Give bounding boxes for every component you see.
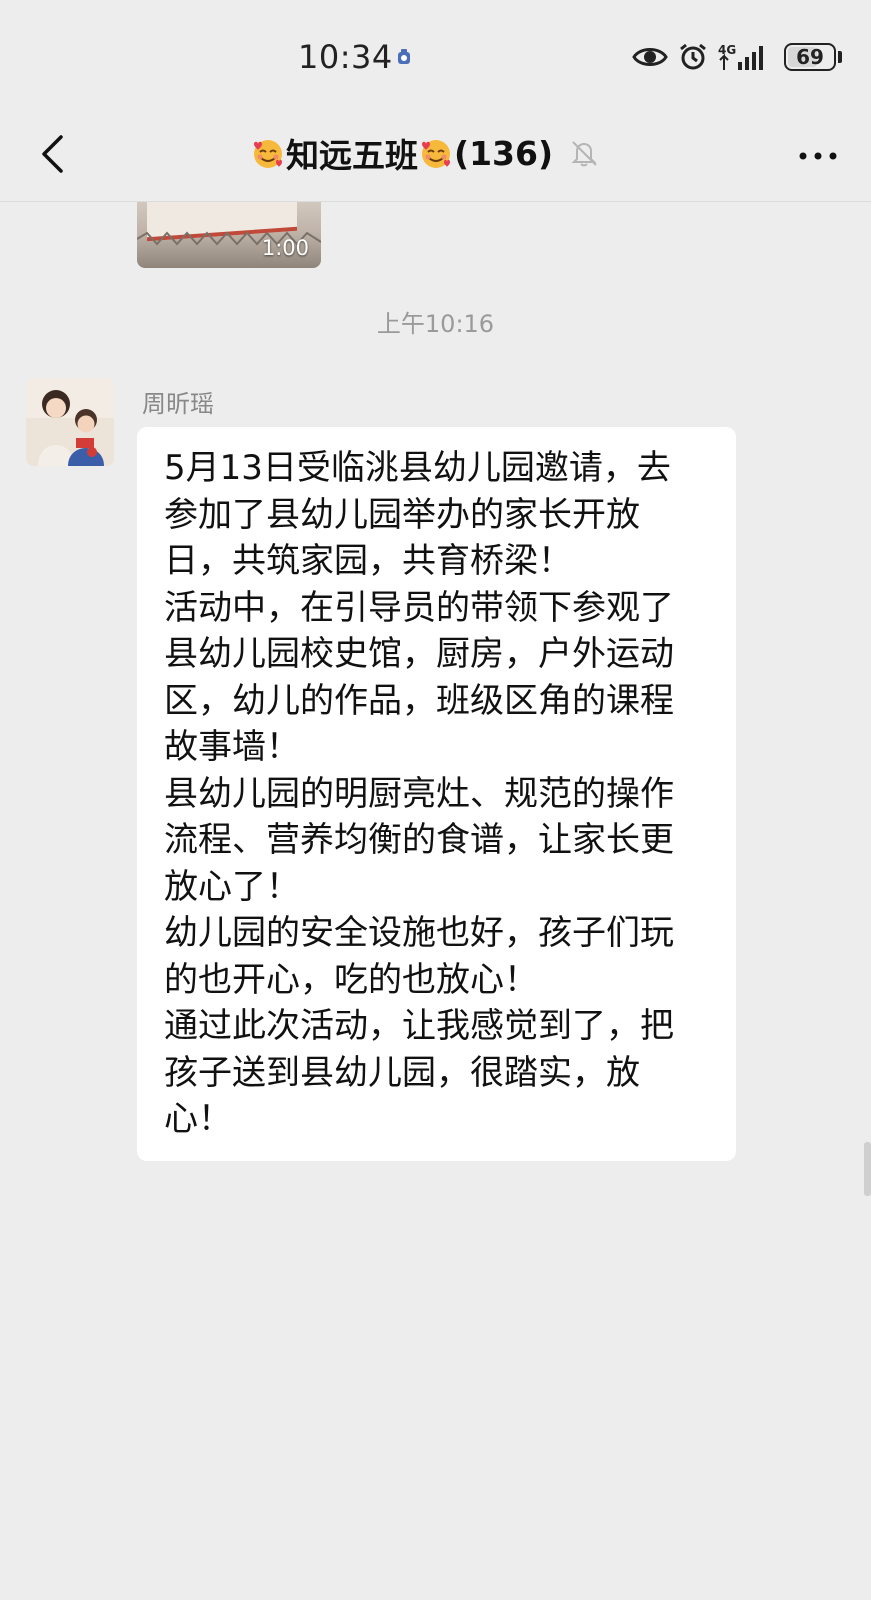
- video-duration: 1:00: [261, 236, 309, 260]
- message-line: 流程、营养均衡的食谱，让家长更: [164, 820, 674, 860]
- battery-level: 69: [796, 45, 824, 69]
- smiling-face-with-hearts-icon: [254, 140, 282, 168]
- chat-header: 知远五班 (136): [0, 112, 871, 202]
- message-line: 心！: [164, 1099, 232, 1139]
- video-message[interactable]: 1:00: [137, 202, 321, 268]
- sender-name: 周昕瑶: [142, 390, 214, 418]
- message-line: 故事墙！: [164, 727, 300, 767]
- battery-tip: [838, 51, 842, 63]
- battery-icon: 69: [784, 43, 836, 71]
- message-line: 放心了！: [164, 866, 300, 907]
- smiling-face-with-hearts-icon: [422, 140, 450, 168]
- message-timestamp: 上午10:16: [376, 310, 495, 338]
- eye-icon: [632, 48, 668, 66]
- avatar[interactable]: [26, 378, 114, 466]
- chat-screen: 10:34 4G 69 知远五班 (136) 1:00 上午10:16 周昕瑶 …: [0, 0, 871, 1600]
- message-line: 幼儿园的安全设施也好，孩子们玩: [164, 913, 674, 953]
- member-count: (136): [454, 133, 554, 173]
- message-line: 活动中，在引导员的带领下参观了: [164, 587, 674, 628]
- chat-title[interactable]: 知远五班 (136): [250, 127, 599, 179]
- message-line: 日，共筑家园，共育桥梁！: [164, 541, 572, 581]
- status-icons: 4G 69: [632, 40, 842, 74]
- message-line: 县幼儿园的明厨亮灶、规范的操作: [164, 773, 674, 814]
- network-label: 4G: [718, 43, 736, 57]
- alarm-dot-icon: [398, 49, 410, 64]
- chevron-left-icon: [42, 135, 63, 173]
- group-name: 知远五班: [286, 136, 418, 175]
- status-time: 10:34: [298, 38, 393, 76]
- more-options-button[interactable]: [793, 136, 843, 176]
- scrollbar[interactable]: [864, 1142, 871, 1196]
- more-dots-icon: [799, 152, 837, 160]
- alarm-icon: [680, 43, 706, 70]
- message-line: 县幼儿园校史馆，厨房，户外运动: [164, 634, 674, 674]
- message-line: 的也开心，吃的也放心！: [164, 959, 538, 1000]
- signal-icon: 4G: [718, 43, 763, 70]
- message-line: 孩子送到县幼儿园，很踏实，放: [164, 1052, 640, 1093]
- avatar-image: [26, 378, 114, 466]
- message-line: 区，幼儿的作品，班级区角的课程: [164, 680, 674, 721]
- back-button[interactable]: [30, 132, 74, 176]
- message-list[interactable]: 1:00 上午10:16 周昕瑶 5月13日受临洮县幼儿园邀请，去 参加了县幼儿…: [0, 202, 871, 1600]
- muted-bell-icon: [571, 141, 597, 167]
- message-bubble[interactable]: 5月13日受临洮县幼儿园邀请，去 参加了县幼儿园举办的家长开放 日，共筑家园，共…: [137, 427, 736, 1161]
- message-line: 5月13日受临洮县幼儿园邀请，去: [164, 448, 671, 488]
- message-line: 参加了县幼儿园举办的家长开放: [164, 494, 640, 535]
- message-line: 通过此次活动，让我感觉到了，把: [164, 1006, 674, 1046]
- status-bar: 10:34 4G 69: [0, 0, 871, 112]
